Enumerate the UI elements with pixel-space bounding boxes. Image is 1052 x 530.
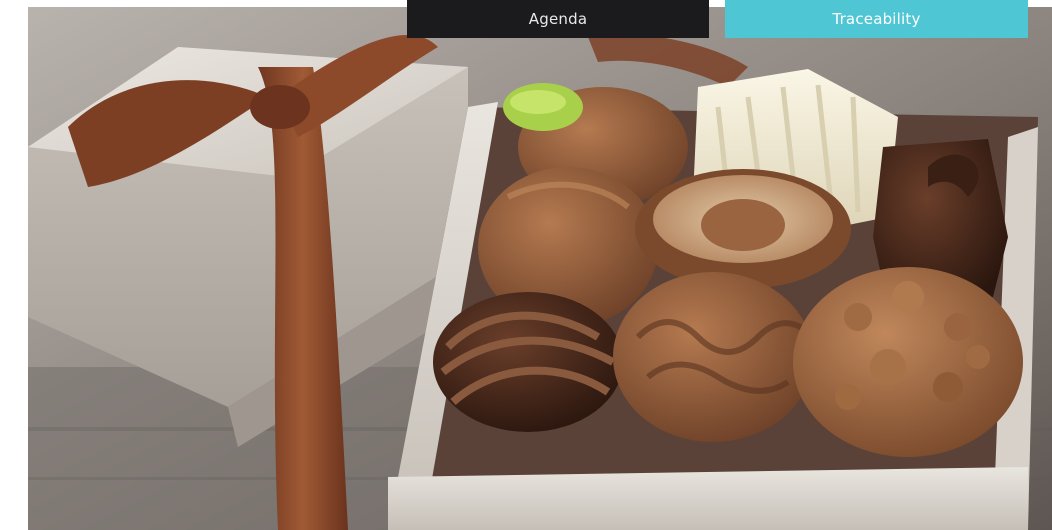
tab-traceability-label: Traceability [832,10,921,28]
tab-agenda-label: Agenda [528,10,588,28]
hero-image [28,7,1052,530]
page: Agenda Traceability [0,0,1052,530]
tab-traceability[interactable]: Traceability [725,0,1028,38]
tab-agenda[interactable]: Agenda [407,0,709,38]
